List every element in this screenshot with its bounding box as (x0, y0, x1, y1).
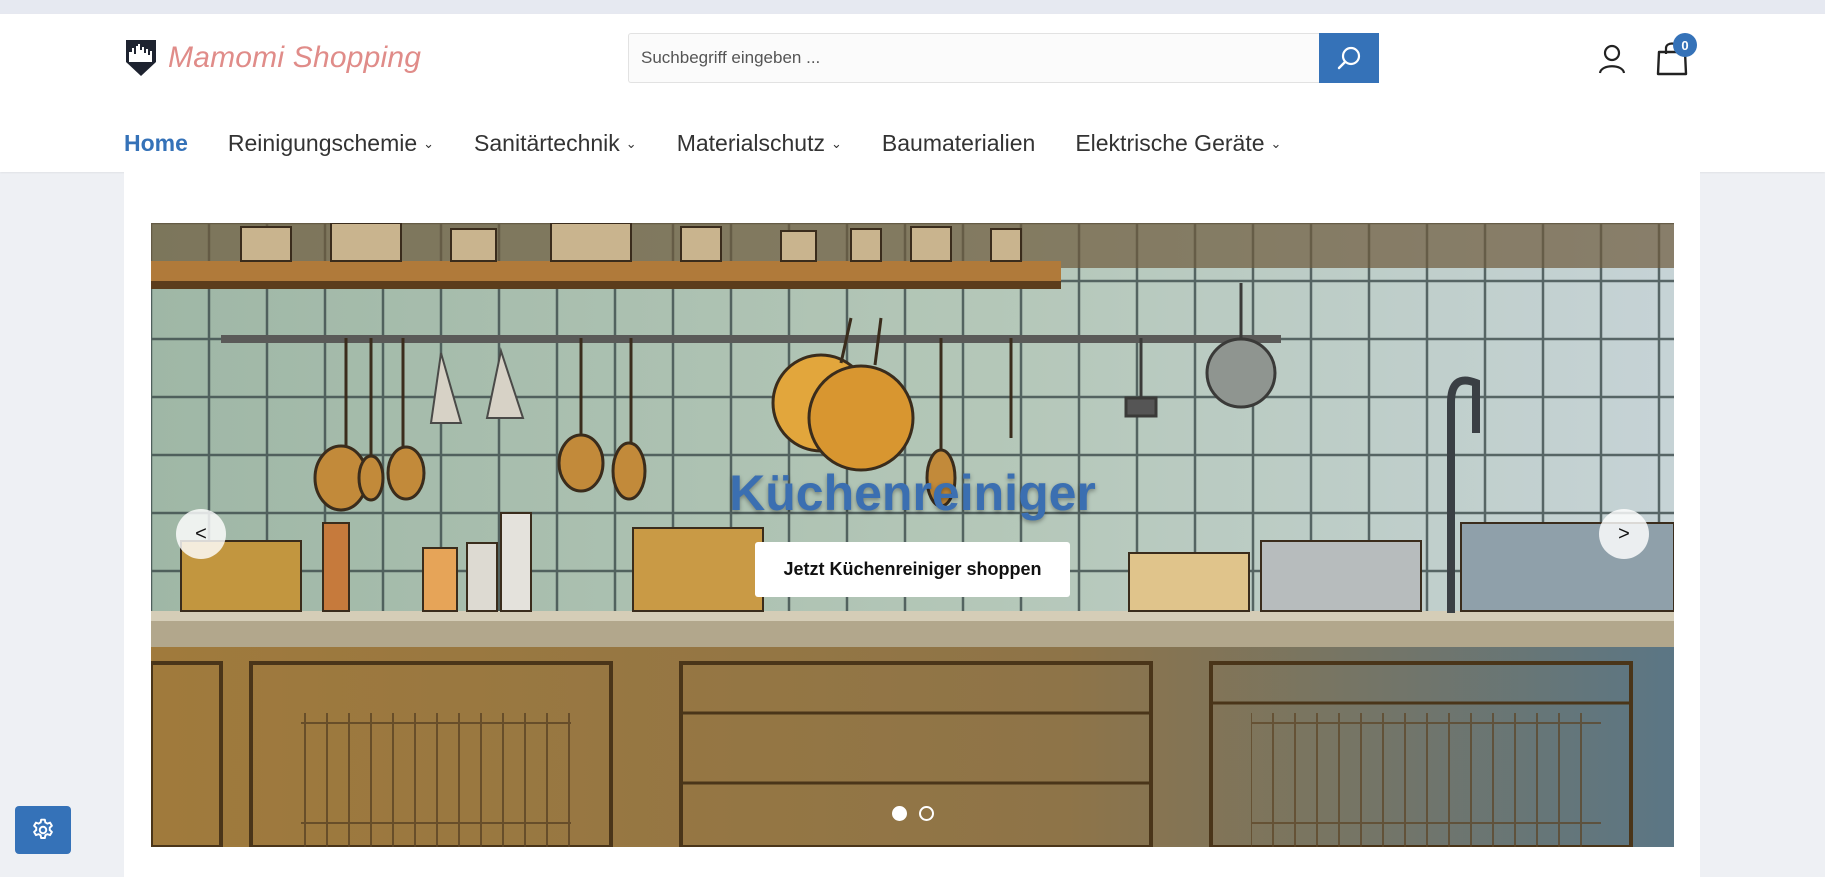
account-button[interactable] (1596, 42, 1628, 76)
brand-name: Mamomi Shopping (168, 41, 422, 74)
kitchen-illustration-image (151, 223, 1674, 847)
search-input[interactable] (628, 33, 1319, 83)
chevron-down-icon: ⌄ (1270, 136, 1282, 151)
hero-slider: Küchenreiniger Jetzt Küchenreiniger shop… (151, 223, 1674, 847)
brand-logo-link[interactable]: Mamomi Shopping (124, 38, 421, 78)
main-navigation: Home Reinigungschemie ⌄ Sanitärtechnik ⌄… (124, 118, 1321, 168)
top-strip (0, 0, 1825, 14)
slider-next-button[interactable]: > (1599, 509, 1649, 559)
slider-dot-2[interactable] (918, 806, 934, 821)
settings-button[interactable] (15, 806, 71, 854)
nav-item-label: Home (124, 129, 188, 156)
search-button[interactable] (1319, 33, 1379, 83)
user-icon (1598, 44, 1626, 74)
slider-prev-button[interactable]: < (176, 509, 226, 559)
chevron-down-icon: ⌄ (423, 136, 435, 151)
cart-count-badge: 0 (1673, 33, 1697, 57)
search-bar (628, 33, 1379, 83)
gear-icon (33, 818, 53, 839)
hero-cta-button[interactable]: Jetzt Küchenreiniger shoppen (755, 542, 1070, 597)
nav-item-label: Baumaterialien (881, 129, 1036, 156)
nav-item-label: Elektrische Geräte (1075, 129, 1265, 156)
slider-dot-1[interactable] (891, 806, 907, 821)
search-icon (1337, 46, 1361, 70)
nav-item-home[interactable]: Home (124, 130, 188, 157)
nav-item-baumaterialien[interactable]: Baumaterialien (882, 130, 1035, 157)
nav-item-materialschutz[interactable]: Materialschutz ⌄ (677, 130, 842, 157)
slider-pagination (151, 806, 1674, 821)
chevron-down-icon: ⌄ (625, 136, 637, 151)
nav-item-reinigungschemie[interactable]: Reinigungschemie ⌄ (228, 130, 434, 157)
nav-item-label: Materialschutz (676, 129, 825, 156)
hero-title: Küchenreiniger (729, 465, 1096, 521)
nav-item-label: Sanitärtechnik (474, 129, 620, 156)
site-header: Mamomi Shopping 0 Home Reinigungschemie … (0, 14, 1825, 172)
city-shield-logo-icon (126, 40, 156, 76)
nav-item-label: Reinigungschemie (227, 129, 418, 156)
chevron-down-icon: ⌄ (830, 136, 842, 151)
nav-item-sanitaertechnik[interactable]: Sanitärtechnik ⌄ (474, 130, 637, 157)
nav-item-elektrische-geraete[interactable]: Elektrische Geräte ⌄ (1075, 130, 1281, 157)
